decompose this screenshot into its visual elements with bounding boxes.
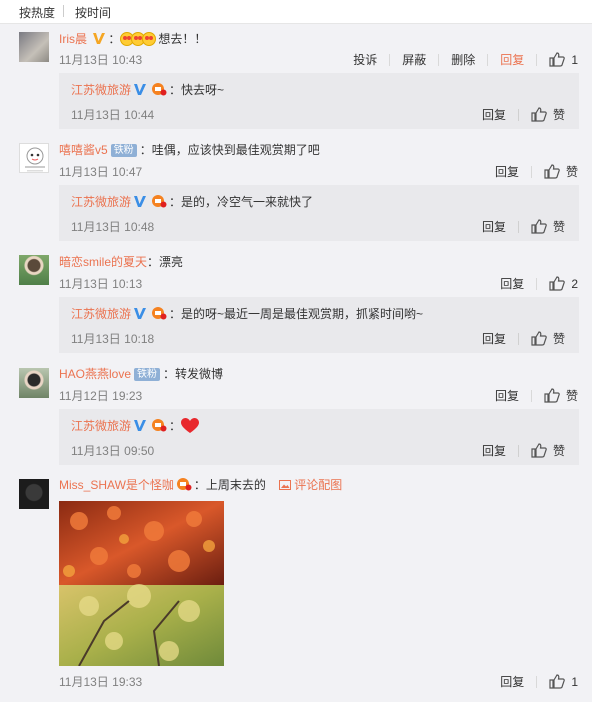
reply-button[interactable]: 回复 — [482, 442, 506, 459]
replier-name[interactable]: 江苏微旅游 — [71, 83, 131, 97]
avatar[interactable] — [19, 143, 49, 173]
avatar[interactable] — [19, 479, 49, 509]
reply-button[interactable]: 回复 — [482, 218, 506, 235]
red-heart-icon — [181, 418, 200, 433]
like-button[interactable]: 赞 — [531, 106, 565, 123]
fan-badge: 铁粉 — [110, 144, 137, 157]
comment-text: 想去！！ — [158, 32, 207, 46]
comment-time: 11月13日 10:47 — [59, 165, 143, 179]
reply-box: 江苏微旅游 ：是的呀~最近一周是最佳观赏期，抓紧时间哟~ 11月13日 10:18… — [59, 297, 579, 353]
like-button[interactable]: 赞 — [531, 330, 565, 347]
like-count: 1 — [571, 674, 578, 689]
member-badge-icon — [152, 83, 167, 96]
comment-text: ：转发微博 — [163, 367, 224, 381]
like-label: 赞 — [552, 108, 565, 122]
autumn-maple-image — [59, 501, 224, 666]
like-button[interactable]: 赞 — [531, 442, 565, 459]
thumbs-up-icon — [531, 107, 547, 122]
thumbs-up-icon — [531, 443, 547, 458]
reply-time: 11月13日 10:48 — [71, 220, 155, 234]
reply-text: ： — [169, 419, 182, 433]
like-label: 赞 — [552, 332, 565, 346]
maple-leaves-photo[interactable] — [59, 501, 224, 666]
member-badge-icon — [152, 419, 167, 432]
verified-v-icon — [134, 420, 147, 431]
reply-text: ：快去呀~ — [169, 83, 225, 97]
commenter-name[interactable]: 嘻嘻酱v5 — [59, 143, 108, 157]
thumbs-up-icon — [544, 164, 560, 179]
reply-box: 江苏微旅游 ： 11月13日 09:50 回复 赞 — [59, 409, 579, 465]
reply-button[interactable]: 回复 — [500, 275, 524, 292]
like-label: 赞 — [565, 165, 578, 179]
sort-divider — [63, 5, 64, 17]
like-label: 赞 — [552, 444, 565, 458]
comment-text: ：上周末去的 — [193, 478, 266, 492]
report-button[interactable]: 投诉 — [353, 51, 377, 68]
reply-button[interactable]: 回复 — [500, 51, 524, 68]
like-button[interactable]: 赞 — [544, 163, 578, 180]
like-button[interactable]: 1 — [549, 674, 578, 689]
thumbs-up-icon — [531, 219, 547, 234]
member-badge-icon — [176, 478, 192, 491]
reply-text: ：是的呀~最近一周是最佳观赏期，抓紧时间哟~ — [169, 307, 424, 321]
like-button[interactable]: 2 — [549, 276, 578, 291]
replier-name[interactable]: 江苏微旅游 — [71, 419, 131, 433]
sort-by-time[interactable]: 按时间 — [75, 4, 111, 21]
heart-eyes-emoji-icon — [142, 32, 157, 46]
comment-time: 11月13日 10:13 — [59, 277, 143, 291]
image-icon — [279, 480, 292, 490]
reply-button[interactable]: 回复 — [495, 163, 519, 180]
avatar[interactable] — [19, 255, 49, 285]
like-button[interactable]: 赞 — [531, 218, 565, 235]
thumbs-up-icon — [544, 388, 560, 403]
like-button[interactable]: 1 — [549, 52, 578, 67]
commenter-name[interactable]: Miss_SHAW是个怪咖 — [59, 478, 174, 492]
reply-text: ：是的，冷空气一来就快了 — [169, 195, 314, 209]
thumbs-up-icon — [531, 331, 547, 346]
verified-v-icon — [134, 308, 147, 319]
reply-time: 11月13日 10:44 — [71, 108, 155, 122]
fan-badge: 铁粉 — [134, 368, 161, 381]
sort-bar: 按热度 按时间 — [0, 0, 592, 24]
comment-text: ：哇偶，应该快到最佳观赏期了吧 — [139, 143, 320, 157]
thumbs-up-icon — [549, 276, 566, 291]
block-button[interactable]: 屏蔽 — [402, 51, 426, 68]
member-badge-icon — [152, 307, 167, 320]
thumbs-up-icon — [549, 674, 566, 689]
reply-button[interactable]: 回复 — [482, 106, 506, 123]
replier-name[interactable]: 江苏微旅游 — [71, 307, 131, 321]
verified-v-icon — [134, 196, 147, 207]
thumbs-up-icon — [549, 52, 566, 67]
verified-v-icon — [93, 33, 106, 44]
reply-button[interactable]: 回复 — [500, 673, 524, 690]
commenter-name[interactable]: Iris晨 — [59, 32, 87, 46]
reply-button[interactable]: 回复 — [495, 387, 519, 404]
verified-v-icon — [134, 84, 147, 95]
avatar[interactable] — [19, 368, 49, 398]
replier-name[interactable]: 江苏微旅游 — [71, 195, 131, 209]
sort-by-hot[interactable]: 按热度 — [19, 4, 55, 21]
commenter-name[interactable]: 暗恋smile的夏天 — [59, 255, 147, 269]
commenter-name[interactable]: HAO燕燕love — [59, 367, 131, 381]
like-label: 赞 — [552, 220, 565, 234]
like-label: 赞 — [565, 389, 578, 403]
like-count: 2 — [571, 276, 578, 291]
reply-box: 江苏微旅游 ：快去呀~ 11月13日 10:44 回复 赞 — [59, 73, 579, 129]
member-badge-icon — [152, 195, 167, 208]
comment-image-link[interactable]: 评论配图 — [279, 478, 342, 492]
cartoon-avatar-icon — [25, 147, 45, 172]
reply-box: 江苏微旅游 ：是的，冷空气一来就快了 11月13日 10:48 回复 赞 — [59, 185, 579, 241]
comment-time: 11月12日 19:23 — [59, 389, 143, 403]
reply-time: 11月13日 09:50 — [71, 444, 155, 458]
delete-button[interactable]: 删除 — [451, 51, 475, 68]
like-button[interactable]: 赞 — [544, 387, 578, 404]
reply-button[interactable]: 回复 — [482, 330, 506, 347]
comment-time: 11月13日 10:43 — [59, 53, 143, 67]
comment-text: ：漂亮 — [147, 255, 184, 269]
comment-image-label: 评论配图 — [294, 478, 343, 492]
like-count: 1 — [571, 52, 578, 67]
avatar[interactable] — [19, 32, 49, 62]
reply-time: 11月13日 10:18 — [71, 332, 155, 346]
comment-time: 11月13日 19:33 — [59, 675, 143, 689]
